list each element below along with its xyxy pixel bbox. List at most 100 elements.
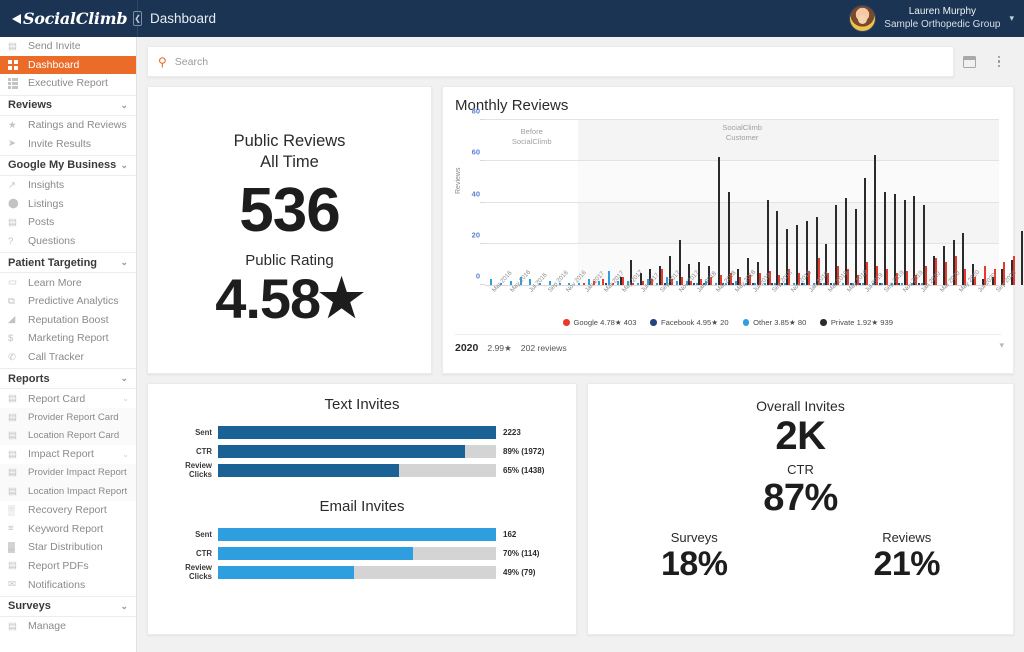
- sidebar-item-recovery-report[interactable]: ▒ Recovery Report: [0, 501, 136, 520]
- chart-bar-group[interactable]: [886, 120, 896, 285]
- search-input[interactable]: [174, 55, 943, 68]
- sidebar-item-marketing-report[interactable]: $ Marketing Report: [0, 329, 136, 348]
- chart-bar-group[interactable]: [925, 120, 935, 285]
- chart-bar-group[interactable]: [964, 120, 975, 285]
- chart-bar-group[interactable]: [495, 120, 505, 285]
- sidebar-item-location-report-card[interactable]: ▤ Location Report Card: [0, 426, 136, 446]
- chart-bar-group[interactable]: [621, 120, 632, 285]
- chart-bar-group[interactable]: [876, 120, 887, 285]
- sidebar-item-insights[interactable]: ↗ Insights: [0, 176, 136, 195]
- chart-bar-group[interactable]: [739, 120, 750, 285]
- sidebar-item-location-impact-report[interactable]: ▤ Location Impact Report: [0, 482, 136, 501]
- sidebar-item-learn-more[interactable]: ▭ Learn More: [0, 273, 136, 292]
- chart-bar-group[interactable]: [582, 120, 593, 285]
- search-box[interactable]: ⚲: [147, 46, 954, 77]
- chart-bar-group[interactable]: [631, 120, 642, 285]
- chart-bar-group[interactable]: [641, 120, 652, 285]
- chevron-down-icon[interactable]: ⌄: [120, 257, 128, 268]
- chart-bar-group[interactable]: [553, 120, 563, 285]
- chart-bar-group[interactable]: [983, 120, 994, 285]
- chart-bar-group[interactable]: [680, 120, 691, 285]
- brand-area[interactable]: SocialClimb ❮: [0, 0, 142, 37]
- chart-bar-group[interactable]: [895, 120, 906, 285]
- chart-bar-group[interactable]: [514, 120, 524, 285]
- chevron-down-icon[interactable]: ⌄: [120, 100, 128, 111]
- sidebar-item-provider-impact-report[interactable]: ▤ Provider Impact Report: [0, 463, 136, 483]
- legend-item-google[interactable]: Google 4.78★ 403: [563, 318, 636, 327]
- chart-bar-group[interactable]: [915, 120, 926, 285]
- chart-bar-group[interactable]: [934, 120, 945, 285]
- chart-bar-group[interactable]: [954, 120, 965, 285]
- sidebar-item-report-pdfs[interactable]: ▤ Report PDFs: [0, 557, 136, 576]
- chevron-down-icon[interactable]: ▾: [1009, 13, 1014, 24]
- chart-bar-group[interactable]: [700, 120, 710, 285]
- chart-bar-group[interactable]: [846, 120, 857, 285]
- sidebar-item-predictive-analytics[interactable]: ⧉ Predictive Analytics: [0, 292, 136, 311]
- chart-bar-group[interactable]: [993, 120, 1004, 285]
- chart-bar-group[interactable]: [788, 120, 798, 285]
- chart-bar-group[interactable]: [1003, 120, 1014, 285]
- chart-bar-group[interactable]: [709, 120, 720, 285]
- chevron-down-icon[interactable]: ▾: [999, 340, 1004, 351]
- chart-bar-group[interactable]: [602, 120, 612, 285]
- sidebar-section-reviews[interactable]: Reviews ⌄: [0, 94, 136, 116]
- sidebar-section-surveys[interactable]: Surveys ⌄: [0, 595, 136, 617]
- sidebar-item-impact-report[interactable]: ▤ Impact Report ⌄: [0, 445, 136, 464]
- chart-bar-group[interactable]: [670, 120, 681, 285]
- chevron-down-icon[interactable]: ⌄: [120, 601, 128, 612]
- chart-bar-group[interactable]: [729, 120, 740, 285]
- sidebar-section-reports[interactable]: Reports ⌄: [0, 368, 136, 390]
- chart-bar-group[interactable]: [807, 120, 818, 285]
- legend-item-facebook[interactable]: Facebook 4.95★ 20: [650, 318, 729, 327]
- sidebar-section-patient-targeting[interactable]: Patient Targeting ⌄: [0, 252, 136, 274]
- sidebar-item-executive-report[interactable]: Executive Report: [0, 74, 136, 93]
- legend-item-private[interactable]: Private 1.92★ 939: [820, 318, 893, 327]
- sidebar-item-star-distribution[interactable]: ▓ Star Distribution: [0, 538, 136, 557]
- legend-item-other[interactable]: Other 3.85★ 80: [742, 318, 806, 327]
- sidebar-item-listings[interactable]: ⬤ Listings: [0, 195, 136, 214]
- sidebar-section-google-my-business[interactable]: Google My Business ⌄: [0, 154, 136, 176]
- chevron-down-icon[interactable]: ⌄: [120, 373, 128, 384]
- calendar-button[interactable]: [954, 46, 984, 77]
- chart-bar-group[interactable]: [817, 120, 828, 285]
- sidebar-item-questions[interactable]: ? Questions: [0, 232, 136, 251]
- sidebar-collapse-icon[interactable]: ❮: [133, 11, 142, 26]
- sidebar-item-invite-results[interactable]: ➤ Invite Results: [0, 134, 136, 153]
- more-options-button[interactable]: [984, 46, 1014, 77]
- sidebar-item-call-tracker[interactable]: ✆ Call Tracker: [0, 348, 136, 367]
- chart-bar-group[interactable]: [485, 120, 495, 285]
- chart-bar-group[interactable]: [544, 120, 554, 285]
- sidebar-item-provider-report-card[interactable]: ▤ Provider Report Card: [0, 407, 136, 427]
- sidebar-item-dashboard[interactable]: Dashboard: [0, 55, 136, 75]
- sidebar-item-posts[interactable]: ▤ Posts: [0, 213, 136, 232]
- chart-bar-group[interactable]: [719, 120, 730, 285]
- chevron-down-icon[interactable]: ⌄: [122, 450, 136, 459]
- sidebar-item-send-invite[interactable]: ▤ Send Invite: [0, 37, 136, 56]
- chart-bar-group[interactable]: [524, 120, 534, 285]
- sidebar-item-notifications[interactable]: ✉ Notifications: [0, 575, 136, 594]
- chart-bar-group[interactable]: [505, 120, 515, 285]
- chart-bar-group[interactable]: [749, 120, 759, 285]
- chart-bar-group[interactable]: [592, 120, 603, 285]
- chart-bar-group[interactable]: [651, 120, 662, 285]
- sidebar-item-ratings-and-reviews[interactable]: ★ Ratings and Reviews: [0, 116, 136, 135]
- chart-bar-group[interactable]: [573, 120, 583, 285]
- user-menu[interactable]: Lauren Murphy Sample Orthopedic Group ▾: [849, 0, 1024, 37]
- chart-bar-group[interactable]: [690, 120, 701, 285]
- chart-bar-group[interactable]: [944, 120, 955, 285]
- chart-bar-group[interactable]: [856, 120, 867, 285]
- chart-bar-group[interactable]: [827, 120, 838, 285]
- chart-bar-group[interactable]: [1013, 120, 1023, 285]
- sidebar-item-reputation-boost[interactable]: ◢ Reputation Boost: [0, 311, 136, 330]
- chart-bar-group[interactable]: [661, 120, 671, 285]
- chart-bar-group[interactable]: [866, 120, 877, 285]
- chart-bar-group[interactable]: [837, 120, 847, 285]
- chart-bar-group[interactable]: [534, 120, 544, 285]
- sidebar-item-keyword-report[interactable]: ≡ Keyword Report: [0, 519, 136, 538]
- chart-bar-group[interactable]: [778, 120, 789, 285]
- chart-bar-group[interactable]: [798, 120, 808, 285]
- chart-bar-group[interactable]: [905, 120, 916, 285]
- chart-bar-group[interactable]: [563, 120, 573, 285]
- chart-bar-group[interactable]: [758, 120, 769, 285]
- chart-bar-group[interactable]: [768, 120, 779, 285]
